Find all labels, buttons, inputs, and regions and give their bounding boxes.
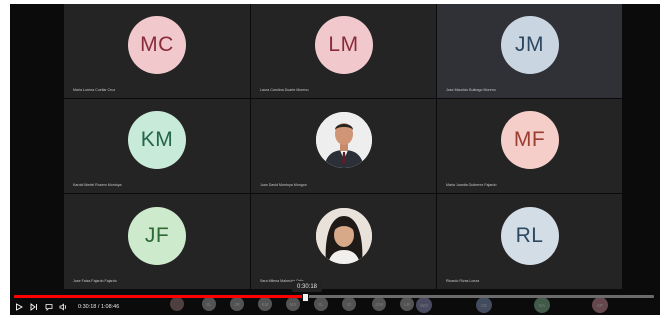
next-icon[interactable] — [29, 303, 38, 312]
avatar: MC — [128, 16, 186, 75]
man-portrait-icon — [315, 112, 372, 169]
participant-chip: EA — [534, 297, 550, 313]
avatar-photo — [315, 207, 372, 264]
player-controls: 0:30:18 / 1:08:46 — [14, 301, 119, 313]
participant-chip — [170, 297, 184, 311]
participant-name: Maria Juanita Gutierrez Fajardo — [446, 183, 497, 187]
seek-bar[interactable] — [14, 295, 654, 298]
seek-progress — [14, 295, 306, 298]
participant-chip: AP — [592, 297, 608, 313]
volume-icon[interactable] — [59, 303, 68, 312]
participant-chip: IO — [342, 297, 356, 311]
total-time: 1:08:46 — [100, 304, 120, 310]
participant-chip: WO — [416, 297, 432, 313]
avatar: RL — [500, 206, 559, 265]
chat-icon[interactable] — [44, 303, 53, 312]
avatar: LM — [314, 16, 373, 75]
participant-chip: JJM — [372, 297, 386, 311]
participant-name: Jose Faiza Fajardo Fajardo — [73, 279, 117, 283]
avatar: JF — [128, 206, 186, 265]
avatar: KM — [128, 111, 186, 170]
participant-chip: KM — [258, 297, 272, 311]
participant-chip: SL — [314, 297, 328, 311]
woman-portrait-icon — [315, 207, 372, 264]
participant-strip: SL JR KM MS SL IO JJM LR WO CE EA AP — [160, 297, 630, 315]
participant-tile: KM Karold Medel Rosero Montoya — [64, 99, 250, 193]
video-frame[interactable]: MC Maria Lorena Cuellar Cruz LM Laura Ca… — [10, 4, 660, 315]
participant-chip: SL — [202, 297, 216, 311]
participant-name: Ricardo Rivas Loeza — [446, 279, 480, 283]
participant-tile: MC Maria Lorena Cuellar Cruz — [64, 4, 250, 98]
participant-tile: JF Jose Faiza Fajardo Fajardo — [64, 194, 250, 289]
avatar: JM — [500, 16, 559, 75]
participant-tile: JM Jose Mauricio Buitrago Moreno — [437, 4, 622, 98]
avatar: MF — [500, 111, 559, 170]
time-separator: / — [97, 304, 100, 310]
participant-grid: MC Maria Lorena Cuellar Cruz LM Laura Ca… — [64, 4, 622, 290]
participant-name: Laura Carolina Duarte Moreno — [260, 88, 309, 92]
avatar-photo — [315, 112, 372, 169]
participant-chip: CE — [476, 297, 492, 313]
participant-chip: LR — [400, 297, 414, 311]
participant-chip: MS — [286, 297, 300, 311]
current-time: 0:30:18 — [78, 304, 97, 310]
participant-name: Maria Lorena Cuellar Cruz — [73, 88, 116, 92]
time-display: 0:30:18 / 1:08:46 — [78, 304, 119, 310]
participant-name: Jose Mauricio Buitrago Moreno — [446, 88, 496, 92]
participant-name: Juan David Montoya Mongon — [260, 183, 307, 187]
participant-name: Karold Medel Rosero Montoya — [73, 183, 122, 187]
participant-tile: LM Laura Carolina Duarte Moreno — [251, 4, 436, 98]
participant-tile: RL Ricardo Rivas Loeza — [437, 194, 622, 289]
participant-tile: MF Maria Juanita Gutierrez Fajardo — [437, 99, 622, 193]
seek-handle[interactable] — [302, 293, 310, 302]
participant-tile: Juan David Montoya Mongon — [251, 99, 436, 193]
seek-time-tooltip: 0:30:18 — [292, 281, 322, 292]
participant-chip: JR — [230, 297, 244, 311]
participant-tile: Sara Milena Mahecha Ortiz — [251, 194, 436, 289]
play-icon[interactable] — [14, 303, 23, 312]
